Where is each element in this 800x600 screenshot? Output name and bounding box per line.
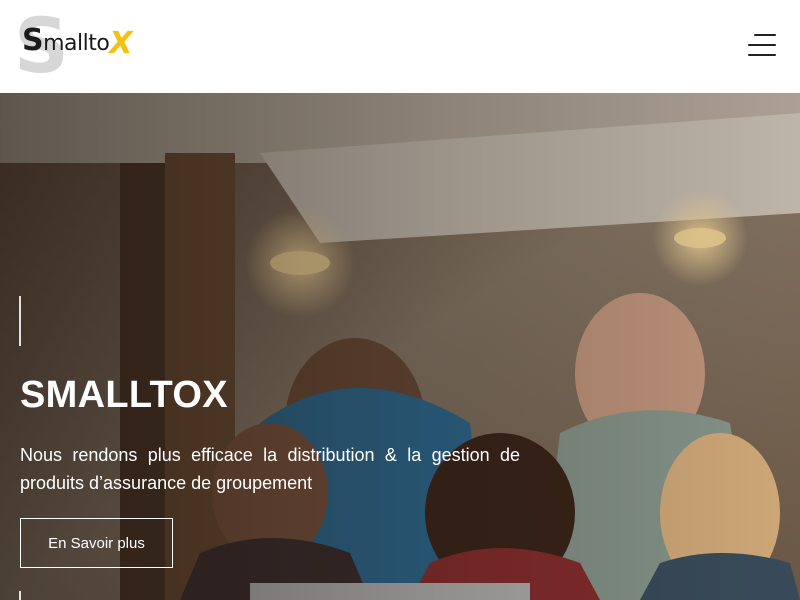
menu-line (748, 44, 776, 46)
site-header: S SmalltoX (0, 0, 800, 93)
hero-accent-line (19, 296, 21, 346)
learn-more-button[interactable]: En Savoir plus (20, 518, 173, 568)
hero-title: SMALLTOX (20, 374, 228, 416)
menu-line (754, 34, 776, 36)
hero-subtitle: Nous rendons plus efficace la distributi… (20, 445, 520, 493)
menu-line (748, 54, 776, 56)
hamburger-menu-icon[interactable] (748, 33, 776, 57)
hero-section: SMALLTOX Nous rendons plus efficace la d… (0, 93, 800, 600)
hero-accent-line-bottom (19, 591, 21, 600)
logo-initial: S (22, 23, 44, 58)
smalltox-logo[interactable]: S SmalltoX (14, 8, 134, 84)
logo-wordmark: SmalltoX (22, 23, 132, 59)
logo-accent-letter: X (109, 26, 132, 61)
logo-text: mallto (43, 31, 110, 56)
